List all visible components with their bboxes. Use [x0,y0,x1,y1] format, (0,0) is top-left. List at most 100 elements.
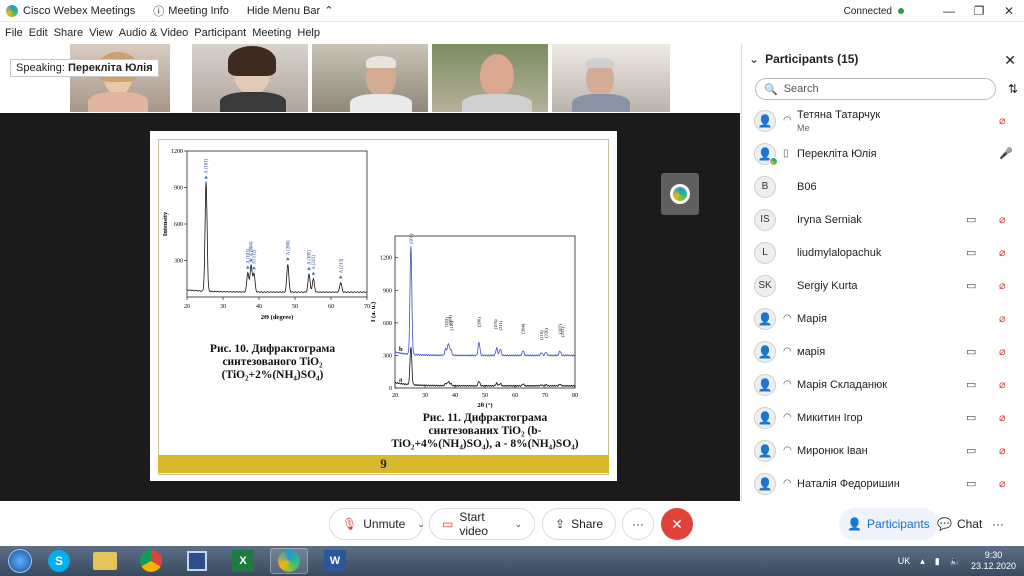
close-icon[interactable]: ✕ [1004,52,1016,69]
unmute-button[interactable]: 🎙 Unmute ⌄ [329,508,425,540]
menu-item-participant[interactable]: Participant [194,27,246,39]
skype-icon[interactable]: S [40,548,78,574]
mic-muted-icon[interactable]: ⌀ [999,246,1006,259]
hide-menu-bar-label: Hide Menu Bar [246,4,321,17]
mic-muted-icon[interactable]: ⌀ [999,345,1006,358]
peak-marker [246,265,250,269]
connection-status: Connected [843,5,892,17]
avatar: 👤 [754,340,776,363]
network-icon[interactable]: ▮ [935,556,940,567]
menu-item-help[interactable]: Help [297,27,320,39]
video-tile[interactable] [192,44,308,112]
file-explorer-icon[interactable] [86,548,124,574]
mic-on-icon[interactable]: 🎤 [999,147,1013,160]
camera-icon: ▭ [966,412,977,424]
avatar: 👤 [754,373,776,396]
participant-name: Sergiy Kurta [797,279,858,292]
x-axis-label: 2Θ (degree) [261,314,294,321]
menu-item-edit[interactable]: Edit [29,27,48,39]
headset-icon: ◠ [783,313,792,324]
share-button[interactable]: ⇪ Share [542,508,616,540]
window-controls: Connected — ❐ ✕ [844,0,1024,22]
panel-title: Participants (15) [765,52,859,66]
meeting-controls: 🎙 Unmute ⌄ ▭ Start video ⌄ ⇪ Share ··· ✕… [0,501,1024,546]
participant-row[interactable]: 👤 ◠ Марія Складанюк ▭ ⌀ [742,368,1024,401]
language-indicator[interactable]: UK [898,556,911,566]
start-video-button[interactable]: ▭ Start video ⌄ [429,508,535,540]
mic-muted-icon[interactable]: ⌀ [999,477,1006,490]
y-axis-label: Intensity [162,211,169,236]
participant-row[interactable]: 👤 ◠ марія ▭ ⌀ [742,335,1024,368]
restore-icon[interactable]: ❐ [964,4,994,18]
participant-row[interactable]: B B06 [742,170,1024,203]
mic-muted-icon[interactable]: ⌀ [999,279,1006,292]
person-icon: 👤 [757,311,773,326]
participant-row[interactable]: 👤 ▯ Перекліта Юлія 🎤 [742,137,1024,170]
presenter-badge[interactable] [661,173,699,215]
excel-icon[interactable]: X [224,548,262,574]
mic-muted-icon[interactable]: ⌀ [999,114,1006,127]
close-window-icon[interactable]: ✕ [994,4,1024,18]
person-icon: 👤 [757,410,773,425]
start-video-label: Start video [459,510,489,538]
leave-meeting-button[interactable]: ✕ [661,508,693,540]
participant-name: Iryna Serniak [797,213,862,226]
meeting-info-button[interactable]: ⓘ Meeting Info [153,3,229,19]
menu-item-share[interactable]: Share [54,27,83,39]
video-tile[interactable] [312,44,428,112]
x-tick-label: 30 [422,393,428,399]
chat-button[interactable]: 💬 Chat [929,508,990,540]
x-tick-label: 20 [184,304,190,310]
hide-menu-bar-button[interactable]: Hide Menu Bar ⌃ [246,4,334,18]
mic-muted-icon[interactable]: ⌀ [999,411,1006,424]
participant-row[interactable]: 👤 ◠ Марія ⌀ [742,302,1024,335]
chrome-icon[interactable] [132,548,170,574]
windows-start-icon[interactable] [8,549,32,573]
participant-row[interactable]: IS Iryna Serniak ▭ ⌀ [742,203,1024,236]
participant-row[interactable]: Lliudmylalopachuk ▭ ⌀ [742,236,1024,269]
clock[interactable]: 9:30 23.12.2020 [971,550,1016,572]
peak-label: (204) [521,323,526,333]
save-floppy-icon[interactable] [178,548,216,574]
peak-label: A (112) [253,249,258,264]
diffraction-curve [186,181,367,293]
chevron-down-icon[interactable]: ⌄ [417,519,425,530]
webex-taskbar-icon[interactable] [270,548,308,574]
mic-muted-icon[interactable]: ⌀ [999,378,1006,391]
presenter-icon [769,156,778,166]
video-tile[interactable] [70,44,170,112]
mic-muted-icon[interactable]: ⌀ [999,312,1006,325]
participant-row[interactable]: 👤 ◠ Наталія Федоришин ▭ ⌀ [742,467,1024,500]
participant-row[interactable]: 👤 ◠ Миронюк Іван ▭ ⌀ [742,434,1024,467]
sort-icon[interactable]: ⇅ [1008,82,1018,96]
fig10-caption-line: синтезованого TiO₂ [222,356,323,368]
minimize-icon[interactable]: — [934,4,964,18]
webex-logo-icon [6,4,18,17]
camera-icon: ▭ [966,214,977,226]
participants-button[interactable]: 👤 Participants [839,508,938,540]
mic-muted-icon[interactable]: ⌀ [999,213,1006,226]
video-tile[interactable] [432,44,548,112]
participant-search-input[interactable]: 🔍 Search [755,78,996,100]
menu-item-meeting[interactable]: Meeting [252,27,291,39]
chevron-down-icon[interactable]: ⌄ [514,519,522,530]
peak-label: (101) [408,233,413,243]
side-more-button[interactable]: ··· [984,508,1012,540]
video-tile[interactable] [552,44,670,112]
panel-header[interactable]: ⌄ Participants (15) [742,44,1024,74]
chevron-down-icon[interactable]: ⌄ [749,52,759,66]
menu-item-audio-video[interactable]: Audio & Video [119,27,189,39]
volume-icon[interactable]: 🔈 [950,556,961,567]
avatar: 👤 [754,472,776,495]
participant-row[interactable]: SK Sergiy Kurta ▭ ⌀ [742,269,1024,302]
word-icon[interactable]: W [316,548,354,574]
participant-row[interactable]: 👤 ◠ Тетяна Татарчук Me ⌀ [742,104,1024,137]
more-options-button[interactable]: ··· [622,508,654,540]
menu-item-file[interactable]: File [5,27,23,39]
avatar: B [754,175,776,198]
tray-arrow-icon[interactable]: ▴ [920,556,925,567]
participant-row[interactable]: 👤 ◠ Микитин Ігор ▭ ⌀ [742,401,1024,434]
headset-icon: ◠ [783,346,792,357]
mic-muted-icon[interactable]: ⌀ [999,444,1006,457]
menu-item-view[interactable]: View [89,27,113,39]
